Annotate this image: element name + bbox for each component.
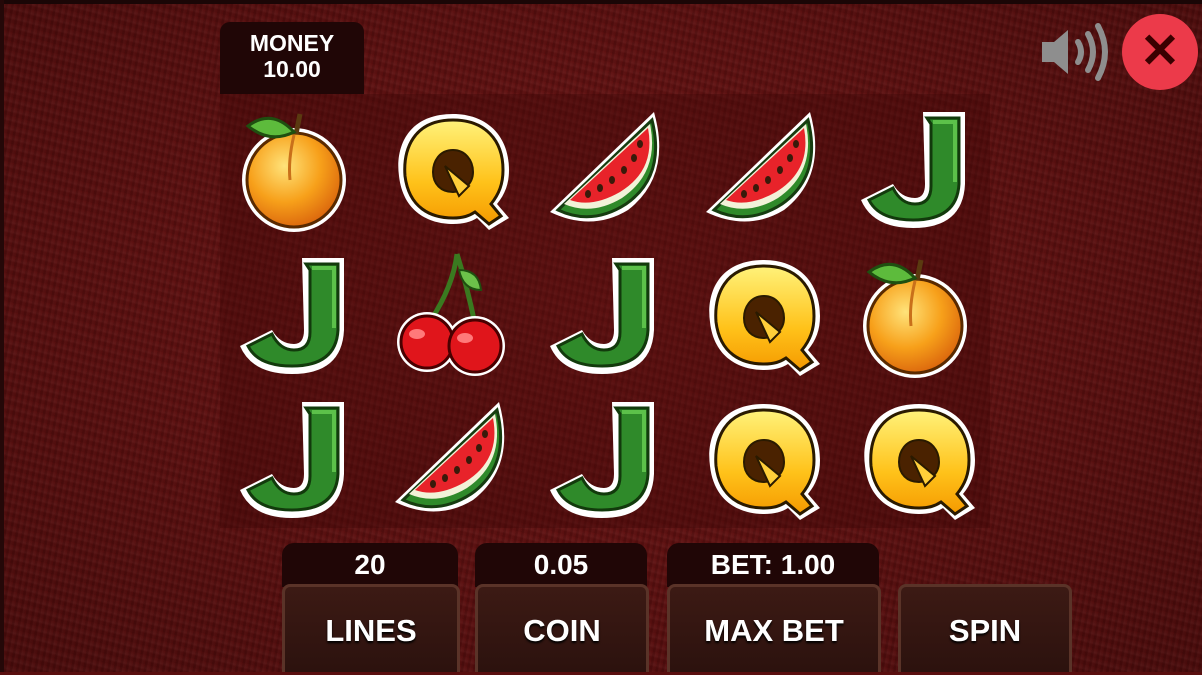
q-icon <box>864 404 975 520</box>
coin-button[interactable]: COIN <box>475 584 649 672</box>
j-symbol <box>542 390 672 530</box>
close-icon: ✕ <box>1139 25 1181 78</box>
money-display: MONEY 10.00 <box>220 22 364 94</box>
cherry-icon <box>397 253 505 376</box>
close-button[interactable]: ✕ <box>1122 14 1198 90</box>
watermelon-symbol <box>542 100 672 240</box>
q-symbol <box>698 390 828 530</box>
q-icon <box>709 260 820 376</box>
peach-icon <box>242 113 346 232</box>
q-symbol <box>853 390 983 530</box>
q-symbol <box>698 246 828 386</box>
q-icon <box>398 114 509 230</box>
watermelon-icon <box>395 402 505 512</box>
lines-button[interactable]: LINES <box>282 584 460 672</box>
reel-grid <box>220 94 990 528</box>
watermelon-symbol <box>698 100 828 240</box>
watermelon-icon <box>550 112 660 222</box>
bet-value: BET: 1.00 <box>667 543 879 587</box>
watermelon-icon <box>706 112 816 222</box>
coin-value: 0.05 <box>475 543 647 587</box>
speaker-icon <box>1042 23 1108 81</box>
sound-toggle[interactable] <box>1038 20 1112 84</box>
money-value: 10.00 <box>263 56 321 82</box>
spin-button[interactable]: SPIN <box>898 584 1072 672</box>
lines-value: 20 <box>282 543 458 587</box>
j-icon <box>861 112 965 228</box>
top-border <box>0 0 1202 4</box>
cherry-symbol <box>387 246 517 386</box>
watermelon-symbol <box>387 390 517 530</box>
left-border <box>0 0 4 672</box>
j-symbol <box>853 100 983 240</box>
q-icon <box>709 404 820 520</box>
q-symbol <box>387 100 517 240</box>
j-symbol <box>232 390 362 530</box>
j-icon <box>240 258 344 374</box>
peach-icon <box>863 259 967 378</box>
j-icon <box>550 402 654 518</box>
j-icon <box>240 402 344 518</box>
money-label: MONEY <box>249 30 335 56</box>
peach-symbol <box>232 100 362 240</box>
max-bet-button[interactable]: MAX BET <box>667 584 881 672</box>
peach-symbol <box>853 246 983 386</box>
j-symbol <box>232 246 362 386</box>
j-symbol <box>542 246 672 386</box>
j-icon <box>550 258 654 374</box>
